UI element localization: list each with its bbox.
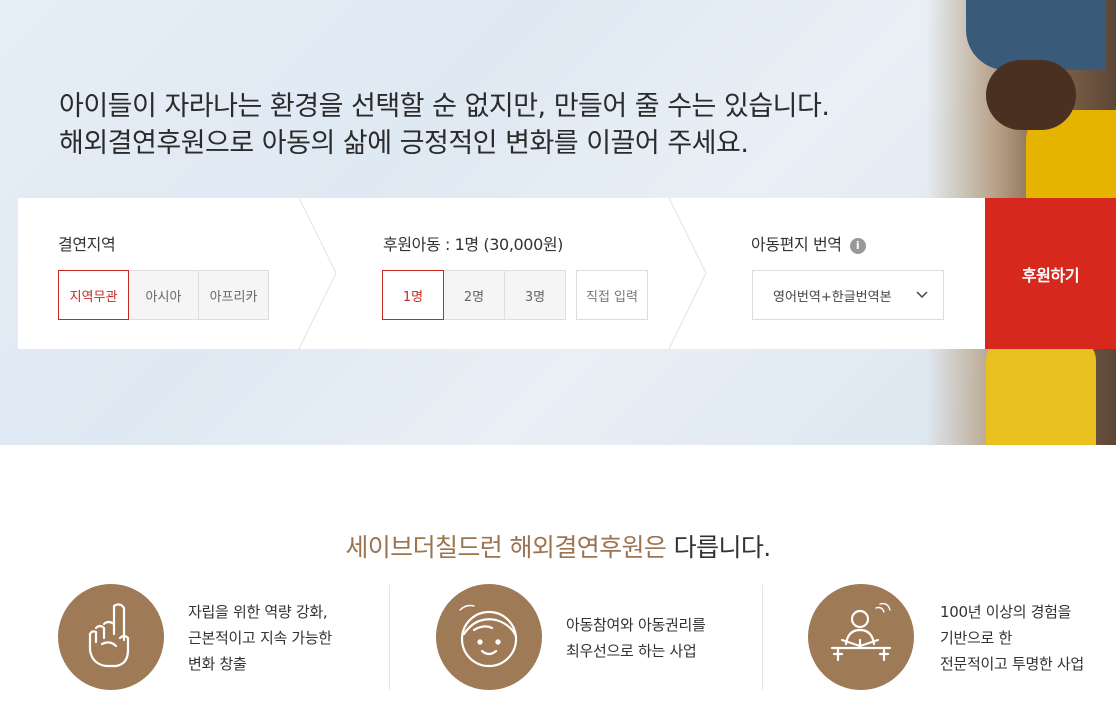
region-options: 지역무관 아시아 아프리카 [58,270,269,320]
feature-line: 100년 이상의 경험을 [940,603,1072,621]
feature-line: 변화 창출 [188,655,247,673]
children-section: 후원아동 : 1명 (30,000원) 1명 2명 3명 직접 입력 [338,198,668,349]
feature-text: 아동참여와 아동권리를 최우선으로 하는 사업 [566,612,706,664]
feature-text: 100년 이상의 경험을 기반으로 한 전문적이고 투명한 사업 [940,599,1084,677]
children-option-3[interactable]: 3명 [504,270,566,320]
children-count-options: 1명 2명 3명 [382,270,566,320]
feature-text: 자립을 위한 역량 강화, 근본적이고 지속 가능한 변화 창출 [188,599,332,677]
direct-input-button[interactable]: 직접 입력 [576,270,648,320]
region-option-any[interactable]: 지역무관 [58,270,129,320]
hero-line-1: 아이들이 자라나는 환경을 선택할 순 없지만, 만들어 줄 수는 있습니다. [59,91,830,122]
letter-section: 아동편지 번역 i 영어번역+한글번역본 [708,198,985,349]
feature-line: 최우선으로 하는 사업 [566,642,697,660]
child-face-icon [436,584,542,690]
divider [389,585,390,690]
feature-line: 기반으로 한 [940,629,1012,647]
children-title: 후원아동 : 1명 (30,000원) [383,235,564,254]
region-title: 결연지역 [58,235,116,254]
translation-select[interactable]: 영어번역+한글번역본 [752,270,944,320]
section-heading: 세이브더칠드런 해외결연후원은 다릅니다. [0,528,1116,564]
letter-title: 아동편지 번역 [751,235,842,254]
chevron-down-icon [916,291,928,299]
hero-headline: 아이들이 자라나는 환경을 선택할 순 없지만, 만들어 줄 수는 있습니다. … [59,88,879,162]
children-option-1[interactable]: 1명 [382,270,444,320]
step-separator [668,198,707,349]
divider [762,585,763,690]
region-option-asia[interactable]: 아시아 [128,270,199,320]
info-icon[interactable]: i [849,238,866,254]
region-option-africa[interactable]: 아프리카 [198,270,269,320]
hero-line-2: 해외결연후원으로 아동의 삶에 긍정적인 변화를 이끌어 주세요. [59,128,749,159]
feature-line: 전문적이고 투명한 사업 [940,655,1084,673]
section-heading-brand: 세이브더칠드런 해외결연후원은 [345,533,667,562]
feature-item: 100년 이상의 경험을 기반으로 한 전문적이고 투명한 사업 [808,584,1108,694]
step-separator [298,198,337,349]
section-heading-rest: 다릅니다. [666,533,772,562]
reading-person-icon [808,584,914,690]
region-section: 결연지역 지역무관 아시아 아프리카 [18,198,298,349]
children-option-2[interactable]: 2명 [443,270,505,320]
feature-line: 근본적이고 지속 가능한 [188,629,332,647]
sponsor-form: 결연지역 지역무관 아시아 아프리카 후원아동 : 1명 (30,000원) 1… [18,198,985,349]
donate-button[interactable]: 후원하기 [985,198,1116,349]
feature-line: 아동참여와 아동권리를 [566,616,706,634]
feature-item: 자립을 위한 역량 강화, 근본적이고 지속 가능한 변화 창출 [58,584,378,694]
letter-title-row: 아동편지 번역 i [751,231,866,255]
feature-line: 자립을 위한 역량 강화, [188,603,328,621]
translation-select-value: 영어번역+한글번역본 [773,289,892,305]
feature-item: 아동참여와 아동권리를 최우선으로 하는 사업 [436,584,736,694]
finger-up-icon [58,584,164,690]
